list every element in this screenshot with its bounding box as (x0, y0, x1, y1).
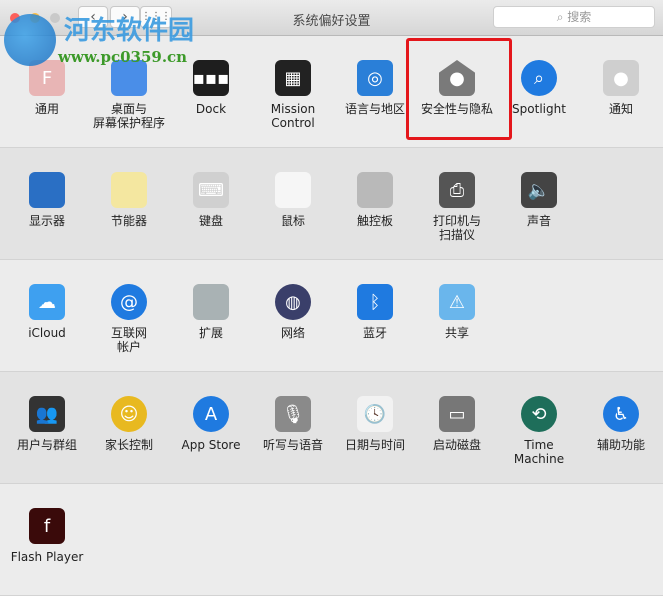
pref-section: f Flash Player (0, 484, 663, 596)
pref-item-label: 用户与群组 (16, 438, 77, 452)
pref-item-label: App Store (181, 438, 241, 452)
pref-item[interactable]: 🎙 听写与语音 (252, 372, 334, 452)
pref-section: ☁ iCloud @ 互联网 帐户 扩展 ◍ 网络 ᛒ 蓝牙 ⚠ 共享 (0, 260, 663, 372)
bulb-icon (111, 172, 147, 208)
pref-item[interactable]: ⌨ 键盘 (170, 148, 252, 228)
pref-item-label: Flash Player (10, 550, 84, 564)
pref-item[interactable]: ⚠ 共享 (416, 260, 498, 340)
search-placeholder: 搜索 (567, 10, 592, 24)
pref-item-label: 辅助功能 (596, 438, 645, 452)
pref-item-label: Mission Control (270, 102, 316, 130)
pref-item[interactable]: 节能器 (88, 148, 170, 228)
dock-icon: ▪▪▪ (193, 60, 229, 96)
app-store-icon: A (193, 396, 229, 432)
icloud-icon: ☁ (29, 284, 65, 320)
pref-item[interactable]: ▦ Mission Control (252, 36, 334, 130)
pref-item-label: 扩展 (198, 326, 223, 340)
pref-item[interactable]: ● 通知 (580, 36, 662, 116)
pref-item[interactable]: f Flash Player (6, 484, 88, 564)
spotlight-icon: ⌕ (521, 60, 557, 96)
pref-item[interactable]: ☁ iCloud (6, 260, 88, 340)
pref-item-label: 互联网 帐户 (110, 326, 147, 354)
pref-item-label: 声音 (526, 214, 551, 228)
notifications-icon: ● (603, 60, 639, 96)
pref-section: F 通用 桌面与 屏幕保护程序 ▪▪▪ Dock ▦ Mission Control ◎ 语言与… (0, 36, 663, 148)
search-icon: ⌕ (556, 10, 568, 24)
desktop-icon (111, 60, 147, 96)
puzzle-icon (193, 284, 229, 320)
pref-item[interactable]: ◎ 语言与地区 (334, 36, 416, 116)
highlight-box (406, 38, 512, 140)
accessibility-icon: ♿ (603, 396, 639, 432)
pref-item[interactable]: 触控板 (334, 148, 416, 228)
pref-item-label: 通用 (34, 102, 59, 116)
pref-item-label: Dock (195, 102, 227, 116)
pref-item[interactable]: @ 互联网 帐户 (88, 260, 170, 354)
pref-item[interactable]: ☺ 家长控制 (88, 372, 170, 452)
pref-item-label: 共享 (444, 326, 469, 340)
pref-section: 显示器 节能器 ⌨ 键盘 鼠标 触控板 ⎙ 打印机与 扫描仪 🔈 声音 (0, 148, 663, 260)
pref-item[interactable]: ⎙ 打印机与 扫描仪 (416, 148, 498, 242)
pref-item-label: iCloud (28, 326, 66, 340)
pref-item[interactable]: 👥 用户与群组 (6, 372, 88, 452)
pref-item[interactable]: 桌面与 屏幕保护程序 (88, 36, 170, 130)
pref-item[interactable]: A App Store (170, 372, 252, 452)
pref-item-label: 启动磁盘 (432, 438, 481, 452)
at-icon: @ (111, 284, 147, 320)
pref-item-label: 鼠标 (280, 214, 305, 228)
pref-section: 👥 用户与群组 ☺ 家长控制 A App Store 🎙 听写与语音 🕓 日期与时间 ▭ 启动磁盘 ⟲ T… (0, 372, 663, 484)
pref-item[interactable]: 显示器 (6, 148, 88, 228)
printer-icon: ⎙ (439, 172, 475, 208)
users-icon: 👥 (29, 396, 65, 432)
pref-item[interactable]: F 通用 (6, 36, 88, 116)
pref-item[interactable]: 🔈 声音 (498, 148, 580, 228)
pref-item-label: 显示器 (28, 214, 65, 228)
pref-item[interactable]: ⟲ Time Machine (498, 372, 580, 466)
network-globe-icon: ◍ (275, 284, 311, 320)
pref-item[interactable]: ◍ 网络 (252, 260, 334, 340)
bluetooth-icon: ᛒ (357, 284, 393, 320)
pref-item-label: 听写与语音 (262, 438, 323, 452)
pref-item-label: 节能器 (110, 214, 147, 228)
pref-item-label: 触控板 (356, 214, 393, 228)
microphone-icon: 🎙 (275, 396, 311, 432)
pref-item[interactable]: ♿ 辅助功能 (580, 372, 662, 452)
disk-icon: ▭ (439, 396, 475, 432)
pref-item[interactable]: ▭ 启动磁盘 (416, 372, 498, 452)
pref-item[interactable]: ▪▪▪ Dock (170, 36, 252, 116)
pref-item-label: 蓝牙 (362, 326, 387, 340)
pref-item[interactable]: 鼠标 (252, 148, 334, 228)
general-icon: F (29, 60, 65, 96)
speaker-icon: 🔈 (521, 172, 557, 208)
time-machine-icon: ⟲ (521, 396, 557, 432)
pref-item-label: 家长控制 (104, 438, 153, 452)
pref-item-label: 语言与地区 (344, 102, 405, 116)
clock-calendar-icon: 🕓 (357, 396, 393, 432)
flash-player-icon: f (29, 508, 65, 544)
mission-control-icon: ▦ (275, 60, 311, 96)
pref-item[interactable]: 扩展 (170, 260, 252, 340)
pref-item-label: 键盘 (198, 214, 223, 228)
pref-item-label: 通知 (608, 102, 633, 116)
trackpad-icon (357, 172, 393, 208)
pref-item-label: 日期与时间 (344, 438, 405, 452)
parental-controls-icon: ☺ (111, 396, 147, 432)
pref-item[interactable]: ᛒ 蓝牙 (334, 260, 416, 340)
search-input[interactable]: ⌕ 搜索 (493, 6, 655, 28)
sharing-folder-icon: ⚠ (439, 284, 475, 320)
un-flag-icon: ◎ (357, 60, 393, 96)
pref-item-label: 打印机与 扫描仪 (432, 214, 481, 242)
keyboard-icon: ⌨ (193, 172, 229, 208)
pref-item-label: 桌面与 屏幕保护程序 (92, 102, 165, 130)
title-bar: ‹ › ⋮⋮⋮ 系统偏好设置 ⌕ 搜索 (0, 0, 663, 36)
pref-item[interactable]: 🕓 日期与时间 (334, 372, 416, 452)
display-icon (29, 172, 65, 208)
pref-item-label: Time Machine (513, 438, 565, 466)
mouse-icon (275, 172, 311, 208)
pref-item-label: 网络 (280, 326, 305, 340)
